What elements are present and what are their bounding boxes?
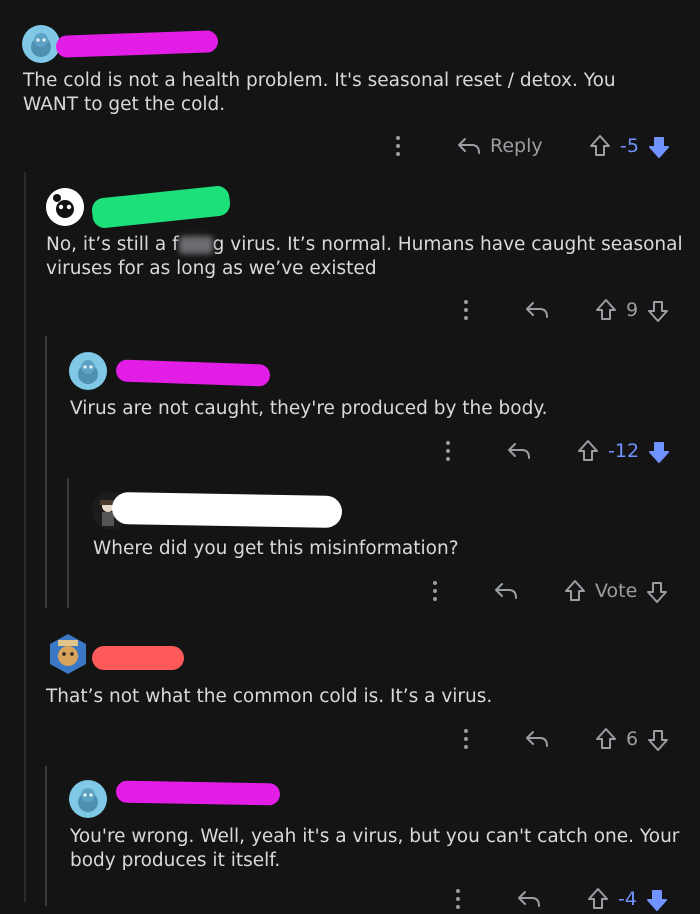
avatar-snoo-icon (78, 788, 98, 812)
reply-button[interactable] (506, 436, 532, 466)
upvote-arrow-icon[interactable] (586, 884, 610, 914)
more-button[interactable] (388, 131, 408, 161)
more-icon (446, 441, 450, 461)
vote-controls: -4 (586, 884, 669, 914)
vote-score: 9 (626, 299, 639, 321)
avatar[interactable] (69, 352, 107, 390)
username-redaction (111, 491, 343, 529)
vote-controls: -5 (588, 131, 671, 161)
comment-actions: -4 (0, 884, 700, 914)
downvote-arrow-icon[interactable] (645, 576, 669, 606)
upvote-arrow-icon[interactable] (576, 436, 600, 466)
comment-text: Virus are not caught, they're produced b… (70, 398, 548, 419)
avatar[interactable] (69, 780, 107, 818)
avatar-snoo-icon (46, 188, 84, 226)
reply-arrow-icon (526, 731, 548, 747)
avatar[interactable] (46, 188, 84, 226)
upvote-arrow-icon[interactable] (563, 576, 587, 606)
reply-label: Reply (490, 135, 543, 157)
comment-text: The cold is not a health problem. It's s… (23, 70, 616, 115)
vote-score: 6 (626, 728, 639, 750)
comment-text: No, it’s still a fg virus. It’s normal. … (46, 233, 686, 281)
username-redaction (115, 780, 281, 806)
avatar[interactable] (46, 632, 90, 676)
downvote-arrow-icon[interactable] (647, 131, 671, 161)
comment-actions: 6 (0, 724, 700, 754)
avatar[interactable] (22, 25, 60, 63)
more-button[interactable] (438, 436, 458, 466)
more-icon (396, 136, 400, 156)
avatar-snoo-icon (50, 634, 86, 674)
reply-arrow-icon (518, 891, 540, 907)
reply-arrow-icon (495, 583, 517, 599)
avatar-snoo-icon (78, 360, 98, 384)
vote-score: -12 (608, 440, 640, 462)
downvote-arrow-icon[interactable] (645, 884, 669, 914)
comment-text: You're wrong. Well, yeah it's a virus, b… (70, 826, 680, 871)
upvote-arrow-icon[interactable] (594, 724, 618, 754)
upvote-arrow-icon[interactable] (594, 295, 618, 325)
more-icon (464, 729, 468, 749)
reply-button[interactable] (493, 576, 519, 606)
more-button[interactable] (456, 295, 476, 325)
reply-arrow-icon (526, 302, 548, 318)
more-button[interactable] (456, 724, 476, 754)
downvote-arrow-icon[interactable] (646, 295, 670, 325)
comment-text: That’s not what the common cold is. It’s… (46, 686, 493, 707)
comment-actions: -12 (0, 436, 700, 466)
avatar-snoo-icon (31, 33, 51, 57)
more-button[interactable] (425, 576, 445, 606)
vote-label: Vote (595, 580, 638, 602)
vote-controls: Vote (563, 576, 669, 606)
comment-text: Where did you get this misinformation? (93, 538, 459, 559)
reply-arrow-icon (458, 138, 480, 154)
thread-line (45, 336, 47, 608)
reply-button[interactable] (524, 295, 550, 325)
reply-button[interactable]: Reply (456, 131, 543, 161)
username-redaction (92, 646, 184, 670)
censored-word (178, 236, 213, 254)
username-redaction (90, 184, 232, 230)
comment-actions: Reply -5 (0, 131, 700, 161)
vote-controls: 9 (594, 295, 670, 325)
username-redaction (55, 30, 219, 58)
vote-controls: 6 (594, 724, 670, 754)
reply-button[interactable] (516, 884, 542, 914)
reply-button[interactable] (524, 724, 550, 754)
more-icon (433, 581, 437, 601)
comment-text-part: No, it’s still a f (46, 234, 179, 255)
more-icon (464, 300, 468, 320)
downvote-arrow-icon[interactable] (647, 436, 671, 466)
username-redaction (115, 359, 271, 387)
comment-actions: 9 (0, 295, 700, 325)
more-icon (456, 889, 460, 909)
upvote-arrow-icon[interactable] (588, 131, 612, 161)
more-button[interactable] (448, 884, 468, 914)
vote-controls: -12 (576, 436, 671, 466)
reply-arrow-icon (508, 443, 530, 459)
vote-score: -5 (620, 135, 639, 157)
thread-line (24, 172, 26, 902)
downvote-arrow-icon[interactable] (646, 724, 670, 754)
comment-actions: Vote (0, 576, 700, 606)
